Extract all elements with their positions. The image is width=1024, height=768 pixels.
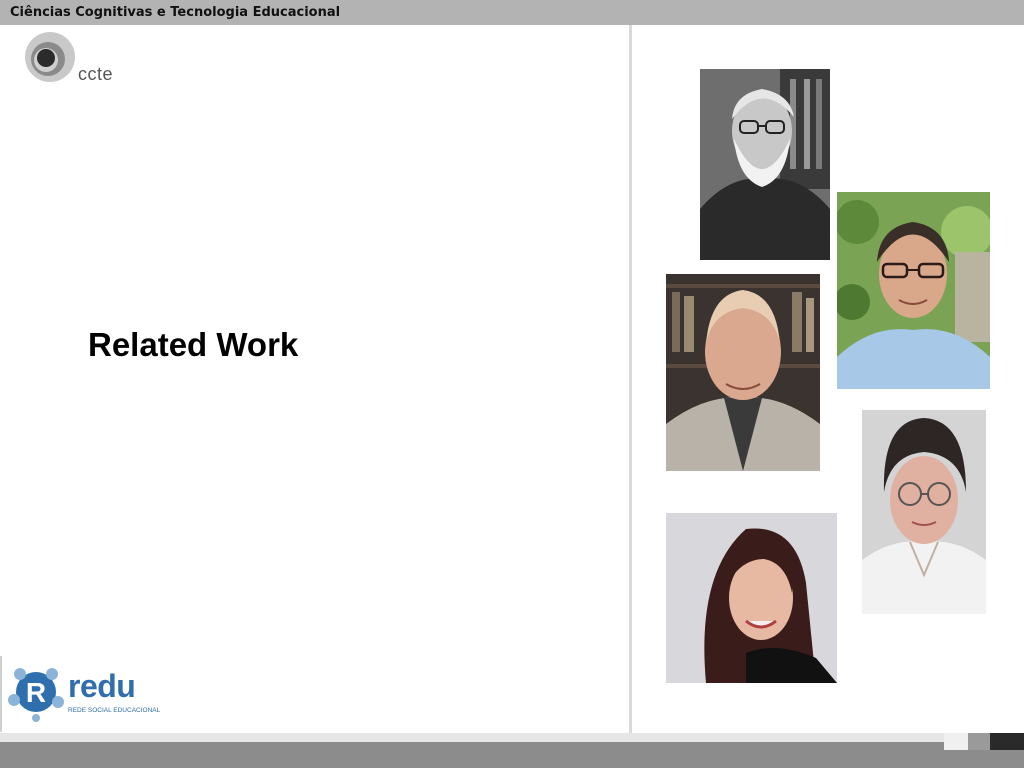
ccte-logo (22, 32, 132, 84)
ccte-logo-text: ccte (78, 64, 114, 84)
balding-man-photo (666, 274, 820, 471)
slide-title: Related Work (88, 326, 299, 363)
redu-logo-word: redu (68, 668, 136, 704)
header-title: Ciências Cognitivas e Tecnologia Educaci… (10, 5, 341, 20)
header-bar: Ciências Cognitivas e Tecnologia Educaci… (0, 0, 1024, 25)
footer-bar (0, 742, 1024, 768)
ccte-logo-icon (25, 32, 75, 82)
woman-with-glasses-photo (862, 410, 986, 614)
man-with-glasses-photo (837, 192, 990, 389)
redu-logo-tagline: REDE SOCIAL EDUCACIONAL (68, 707, 161, 714)
footer-block-dark (990, 733, 1024, 750)
footer-block-mid (968, 733, 990, 750)
panel-divider (629, 25, 632, 733)
footer-block-light (944, 733, 968, 750)
young-woman-photo (666, 513, 837, 683)
svg-text:R: R (26, 677, 46, 708)
redu-divider (0, 656, 2, 732)
bearded-man-photo (700, 69, 830, 260)
footer-bar-light (0, 733, 1024, 742)
redu-logo-icon: R (8, 668, 64, 722)
